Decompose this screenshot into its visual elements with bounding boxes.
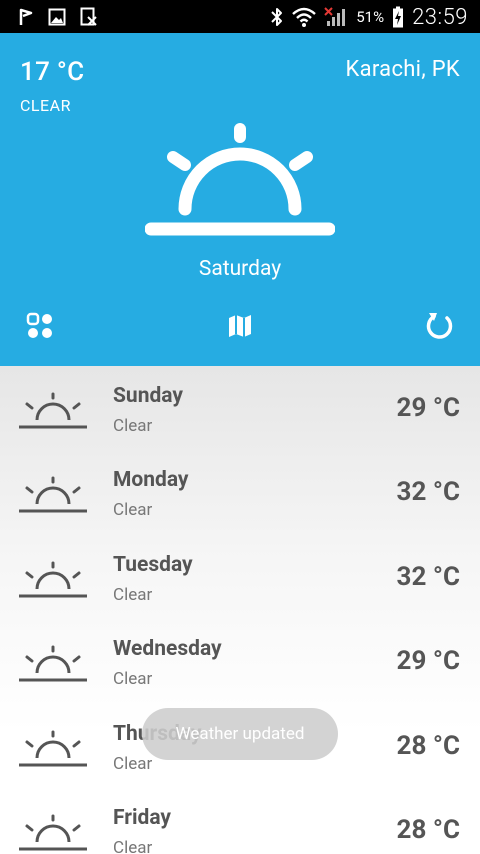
sunrise-icon bbox=[19, 814, 87, 851]
sunrise-icon bbox=[19, 730, 87, 767]
forecast-row[interactable]: Sunday Clear 29 °C bbox=[0, 366, 480, 450]
current-day: Saturday bbox=[198, 257, 282, 281]
forecast-temperature: 28 °C bbox=[396, 815, 460, 845]
forecast-condition: Clear bbox=[113, 838, 153, 854]
current-temperature: 17 °C bbox=[20, 57, 85, 87]
forecast-condition: Clear bbox=[113, 585, 153, 605]
bluetooth-icon bbox=[271, 8, 283, 26]
refresh-button[interactable] bbox=[422, 308, 458, 344]
image-icon bbox=[48, 8, 66, 26]
forecast-day: Wednesday bbox=[113, 637, 222, 661]
forecast-row[interactable]: Monday Clear 32 °C bbox=[0, 450, 480, 534]
status-bar: 51% 23:59 bbox=[0, 0, 480, 33]
forecast-day: Tuesday bbox=[113, 553, 193, 577]
forecast-list[interactable]: Sunday Clear 29 °C Monday Clear 32 °C Tu… bbox=[0, 366, 480, 854]
forecast-row[interactable]: Wednesday Clear 29 °C bbox=[0, 619, 480, 703]
system-icons: 51% 23:59 bbox=[270, 3, 468, 31]
forecast-row[interactable]: Friday Clear 28 °C bbox=[0, 788, 480, 854]
sunrise-icon bbox=[19, 561, 87, 598]
flag-icon bbox=[19, 8, 33, 25]
forecast-day: Monday bbox=[113, 468, 189, 492]
current-condition: CLEAR bbox=[20, 96, 71, 115]
grid-icon bbox=[26, 312, 52, 338]
forecast-temperature: 29 °C bbox=[396, 393, 460, 423]
forecast-condition: Clear bbox=[113, 754, 153, 774]
current-weather-panel: 17 °C CLEAR Karachi, PK Saturday bbox=[0, 33, 480, 366]
clock: 23:59 bbox=[412, 4, 468, 30]
sunrise-icon bbox=[19, 392, 87, 429]
forecast-day: Friday bbox=[113, 806, 171, 830]
sunrise-icon bbox=[19, 476, 87, 513]
sunrise-icon bbox=[145, 123, 335, 236]
forecast-condition: Clear bbox=[113, 416, 153, 436]
forecast-day: Sunday bbox=[113, 384, 183, 408]
location-label: Karachi, PK bbox=[345, 57, 460, 82]
map-button[interactable] bbox=[222, 308, 258, 344]
blocked-app-icon bbox=[80, 7, 97, 26]
forecast-temperature: 28 °C bbox=[396, 731, 460, 761]
battery-percent: 51% bbox=[356, 8, 385, 26]
refresh-icon bbox=[426, 313, 453, 339]
grid-button[interactable] bbox=[22, 308, 58, 344]
wifi-icon bbox=[292, 7, 317, 27]
forecast-condition: Clear bbox=[113, 669, 153, 689]
forecast-row[interactable]: Tuesday Clear 32 °C bbox=[0, 535, 480, 619]
forecast-temperature: 32 °C bbox=[396, 562, 460, 592]
forecast-condition: Clear bbox=[113, 500, 153, 520]
battery-charging-icon bbox=[393, 6, 404, 28]
forecast-temperature: 29 °C bbox=[396, 646, 460, 676]
notification-icons bbox=[18, 6, 98, 28]
toast-message: Weather updated bbox=[142, 708, 338, 760]
map-icon bbox=[229, 315, 251, 337]
signal-icon bbox=[324, 7, 346, 26]
sunrise-icon bbox=[19, 645, 87, 682]
forecast-temperature: 32 °C bbox=[396, 477, 460, 507]
